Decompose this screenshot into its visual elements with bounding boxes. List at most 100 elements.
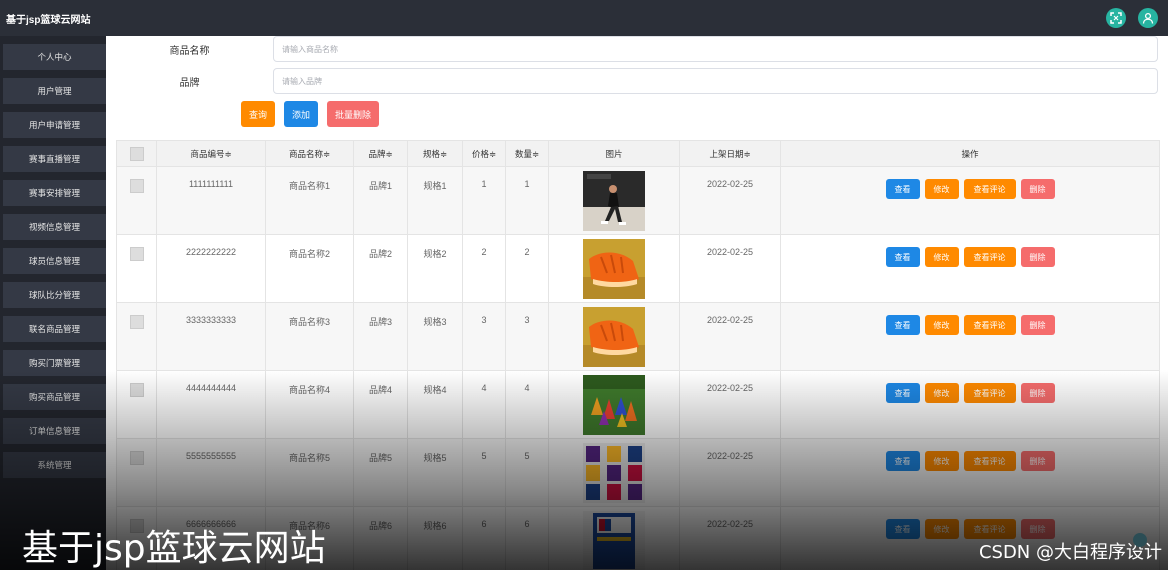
batch-delete-button[interactable]: 批量删除 — [327, 101, 380, 127]
view-button[interactable]: 查看 — [885, 451, 920, 471]
cell-price: 2 — [462, 234, 506, 303]
app-title: 基于jsp篮球云网站 — [6, 14, 91, 26]
cell-price: 6 — [462, 506, 506, 570]
row-checkbox[interactable] — [129, 247, 144, 261]
sidebar-item-ticket-purchase[interactable]: 购买门票管理 — [3, 350, 106, 376]
delete-button[interactable]: 删除 — [1020, 315, 1055, 335]
edit-button[interactable]: 修改 — [924, 179, 959, 199]
view-button[interactable]: 查看 — [885, 519, 920, 539]
sidebar-item-order-info[interactable]: 订单信息管理 — [3, 418, 106, 444]
header-name[interactable]: 商品名称≑ — [265, 140, 354, 167]
name-search-input[interactable] — [273, 36, 1158, 62]
sidebar-item-cobranded-goods[interactable]: 联名商品管理 — [3, 316, 106, 342]
sidebar-item-player-info[interactable]: 球员信息管理 — [3, 248, 106, 274]
cell-spec: 规格1 — [407, 166, 463, 235]
view-button[interactable]: 查看 — [885, 247, 920, 267]
edit-button[interactable]: 修改 — [924, 519, 959, 539]
delete-button[interactable]: 删除 — [1020, 383, 1055, 403]
view-reviews-button[interactable]: 查看评论 — [963, 519, 1016, 539]
view-reviews-button[interactable]: 查看评论 — [963, 383, 1016, 403]
sidebar-item-live-events[interactable]: 赛事直播管理 — [3, 146, 106, 172]
cell-qty: 5 — [505, 438, 549, 507]
sidebar-item-system[interactable]: 系统管理 — [3, 452, 106, 478]
cell-date: 2022-02-25 — [679, 506, 781, 570]
brand-search-input[interactable] — [273, 68, 1158, 94]
cell-ops: 查看 修改 查看评论 删除 — [780, 302, 1160, 371]
cell-name: 商品名称1 — [265, 166, 354, 235]
table-row: 1111111111 商品名称1 品牌1 规格1 1 1 2022-02-25 … — [116, 166, 1160, 235]
header-date[interactable]: 上架日期≑ — [679, 140, 781, 167]
view-reviews-button[interactable]: 查看评论 — [963, 315, 1016, 335]
edit-button[interactable]: 修改 — [924, 247, 959, 267]
row-select-cell[interactable] — [116, 302, 157, 371]
cell-qty: 4 — [505, 370, 549, 439]
main-content: 商品名称 品牌 查询 添加 批量删除 商品编号≑ 商品名称≑ 品牌≑ 规格≑ 价… — [106, 36, 1168, 570]
orange-sneaker-photo — [583, 307, 645, 367]
delete-button[interactable]: 删除 — [1020, 451, 1055, 471]
row-select-cell[interactable] — [116, 234, 157, 303]
sidebar-item-video-info[interactable]: 视频信息管理 — [3, 214, 106, 240]
cell-price: 5 — [462, 438, 506, 507]
view-button[interactable]: 查看 — [885, 383, 920, 403]
edit-button[interactable]: 修改 — [924, 383, 959, 403]
sidebar-item-user-management[interactable]: 用户管理 — [3, 78, 106, 104]
cell-pic — [548, 302, 680, 371]
name-label: 商品名称 — [169, 45, 210, 57]
delete-button[interactable]: 删除 — [1020, 247, 1055, 267]
cell-name: 商品名称4 — [265, 370, 354, 439]
search-row-brand: 品牌 — [106, 68, 1158, 94]
row-checkbox[interactable] — [129, 383, 144, 397]
header-pic: 图片 — [548, 140, 680, 167]
header-qty[interactable]: 数量≑ — [505, 140, 549, 167]
delete-button[interactable]: 删除 — [1020, 179, 1055, 199]
row-select-cell[interactable] — [116, 370, 157, 439]
view-button[interactable]: 查看 — [885, 179, 920, 199]
row-actions: 查看 修改 查看评论 删除 — [781, 315, 1159, 335]
row-select-cell[interactable] — [116, 438, 157, 507]
row-checkbox[interactable] — [129, 451, 144, 465]
add-button[interactable]: 添加 — [284, 101, 319, 127]
top-bar: 基于jsp篮球云网站 — [0, 0, 1168, 36]
query-button[interactable]: 查询 — [241, 101, 276, 127]
view-button[interactable]: 查看 — [885, 315, 920, 335]
sidebar-item-personal-center[interactable]: 个人中心 — [3, 44, 106, 70]
row-checkbox[interactable] — [129, 179, 144, 193]
edit-button[interactable]: 修改 — [924, 315, 959, 335]
cell-price: 4 — [462, 370, 506, 439]
edit-button[interactable]: 修改 — [924, 451, 959, 471]
sidebar-item-team-scores[interactable]: 球队比分管理 — [3, 282, 106, 308]
cell-date: 2022-02-25 — [679, 438, 781, 507]
brand-label: 品牌 — [179, 77, 200, 89]
cell-pic — [548, 370, 680, 439]
cell-spec: 规格6 — [407, 506, 463, 570]
cell-qty: 2 — [505, 234, 549, 303]
view-reviews-button[interactable]: 查看评论 — [963, 247, 1016, 267]
sidebar-item-user-application[interactable]: 用户申请管理 — [3, 112, 106, 138]
header-brand[interactable]: 品牌≑ — [353, 140, 408, 167]
cell-code: 2222222222 — [156, 234, 266, 303]
cell-price: 1 — [462, 166, 506, 235]
view-reviews-button[interactable]: 查看评论 — [963, 451, 1016, 471]
cell-brand: 品牌6 — [353, 506, 408, 570]
user-avatar-icon[interactable] — [1138, 8, 1158, 28]
header-spec[interactable]: 规格≑ — [407, 140, 463, 167]
back-to-top-icon[interactable] — [1133, 533, 1147, 547]
cell-qty: 3 — [505, 302, 549, 371]
select-all-checkbox[interactable] — [129, 146, 144, 161]
fullscreen-icon[interactable] — [1106, 8, 1126, 28]
view-reviews-button[interactable]: 查看评论 — [963, 179, 1016, 199]
delete-button[interactable]: 删除 — [1020, 519, 1055, 539]
cell-pic — [548, 506, 680, 570]
row-select-cell[interactable] — [116, 166, 157, 235]
cell-code: 1111111111 — [156, 166, 266, 235]
training-player-photo — [583, 171, 645, 231]
training-cones-photo — [583, 375, 645, 435]
header-code[interactable]: 商品编号≑ — [156, 140, 266, 167]
sidebar-item-event-schedule[interactable]: 赛事安排管理 — [3, 180, 106, 206]
row-checkbox[interactable] — [129, 315, 144, 329]
header-price[interactable]: 价格≑ — [462, 140, 506, 167]
table-row: 3333333333 商品名称3 品牌3 规格3 3 3 2022-02-25 … — [116, 302, 1160, 371]
sidebar-item-goods-purchase[interactable]: 购买商品管理 — [3, 384, 106, 410]
cell-qty: 1 — [505, 166, 549, 235]
select-all-cell[interactable] — [116, 140, 157, 167]
